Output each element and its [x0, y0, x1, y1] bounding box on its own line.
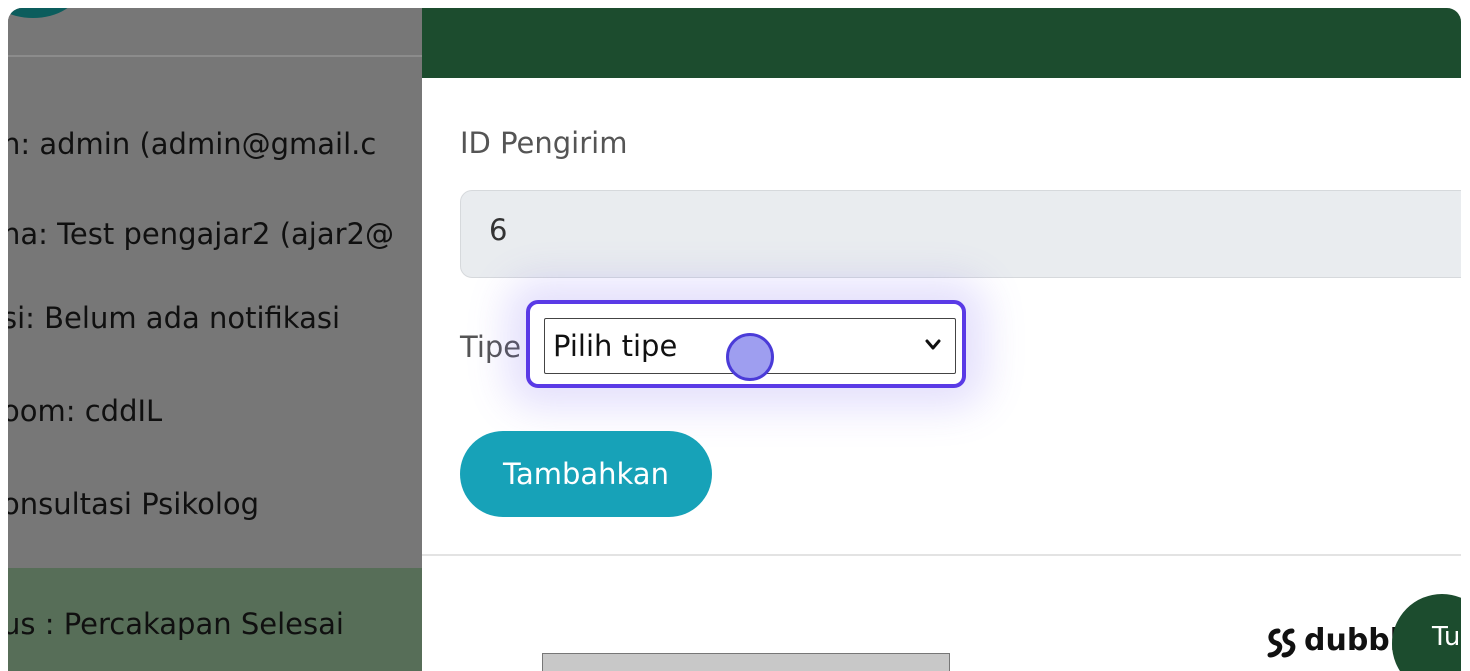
tambahkan-button[interactable]: Tambahkan — [460, 431, 712, 517]
id-pengirim-label: ID Pengirim — [460, 126, 628, 160]
tutup-button[interactable]: Tu — [1392, 594, 1461, 671]
divider — [8, 55, 422, 57]
info-receiver: na: Test pengajar2 (ajar2@ — [8, 217, 394, 251]
modal-footer-divider — [422, 554, 1461, 556]
id-pengirim-value: 6 — [489, 213, 508, 247]
info-sender: n: admin (admin@gmail.c — [8, 127, 377, 161]
notification-modal: ID Pengirim 6 Tipe Pilih tipe Tambahkan … — [422, 8, 1461, 671]
tutup-button-label: Tu — [1432, 622, 1461, 652]
avatar — [8, 8, 78, 18]
info-notification: si: Belum ada notifikasi — [8, 301, 341, 335]
app-frame: n: admin (admin@gmail.c na: Test pengaja… — [8, 8, 1461, 671]
dubble-logo-icon — [1267, 628, 1296, 658]
info-status: us : Percakapan Selesai — [8, 607, 344, 641]
modal-header — [422, 8, 1461, 78]
id-pengirim-field[interactable]: 6 — [460, 190, 1461, 278]
footer-field[interactable] — [542, 653, 950, 671]
chevron-down-icon — [925, 339, 941, 350]
tipe-select-value: Pilih tipe — [553, 329, 678, 363]
background-page: n: admin (admin@gmail.c na: Test pengaja… — [8, 8, 422, 671]
info-category: onsultasi Psikolog — [8, 487, 260, 521]
info-room: oom: cddIL — [8, 394, 163, 428]
click-indicator — [726, 333, 774, 381]
tipe-label: Tipe — [460, 330, 522, 364]
